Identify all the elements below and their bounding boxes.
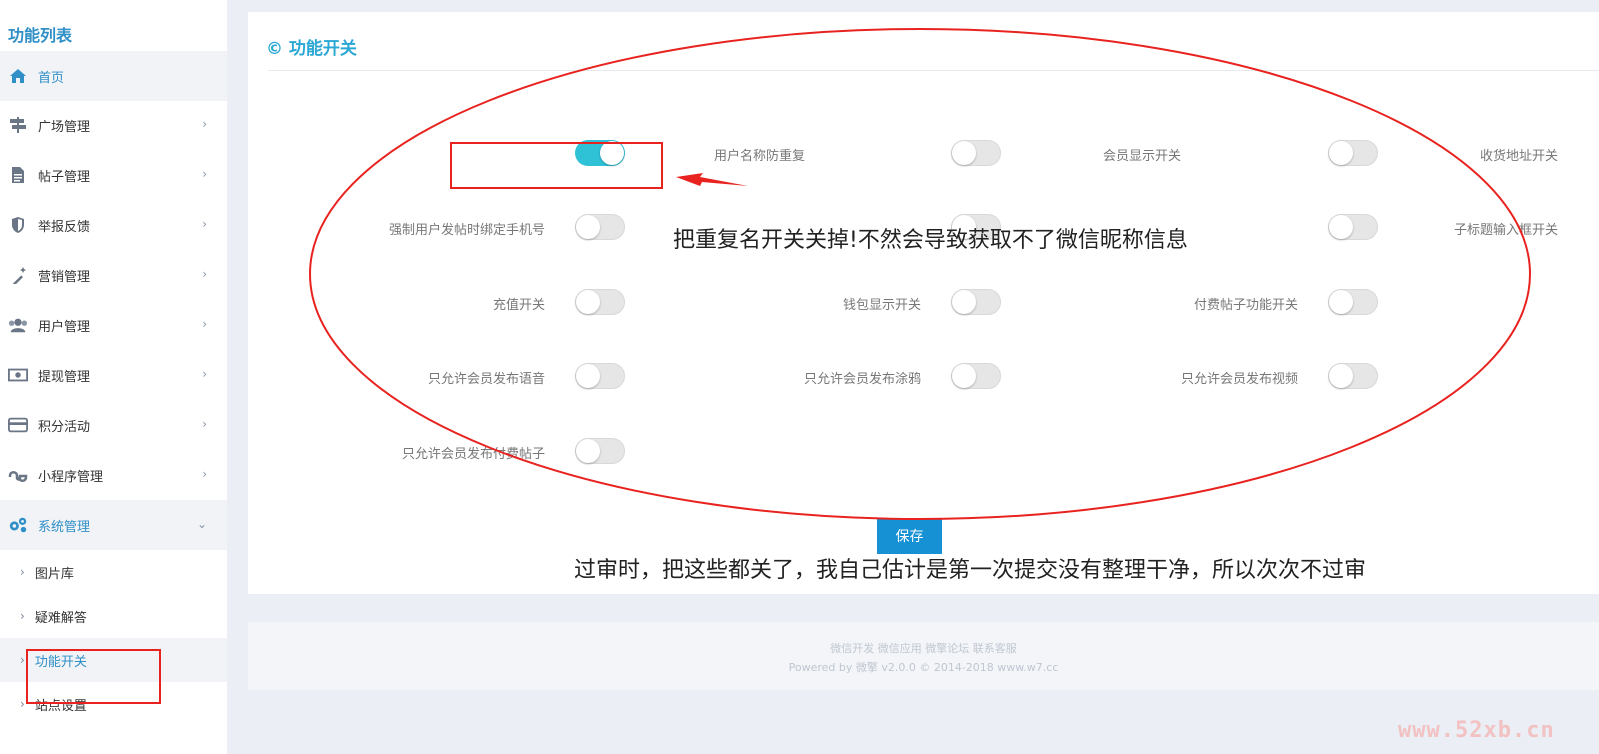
document-icon [8, 165, 28, 185]
home-icon [8, 66, 28, 86]
toggle-member-display[interactable] [951, 140, 1001, 166]
annotation-note-review: 过审时，把这些都关了，我自己估计是第一次提交没有整理干净，所以次次不过审 [574, 558, 1367, 583]
sidebar-title: 功能列表 [8, 26, 73, 45]
toggle-members-paid-post[interactable] [575, 438, 625, 464]
sidebar-item-label: 举报反馈 [38, 219, 91, 235]
toggle-knob [576, 364, 600, 388]
sidebar-subitem-gallery[interactable]: › 图片库 [0, 550, 227, 594]
money-icon [8, 365, 28, 385]
users-icon [8, 315, 28, 335]
switch-label: 只允许会员发布视频 [1180, 372, 1298, 387]
chevron-right-icon: › [202, 117, 207, 131]
toggle-knob [952, 290, 976, 314]
footer: 微信开发 微信应用 微擎论坛 联系客服 Powered by 微擎 v2.0.0… [248, 622, 1599, 690]
chevron-right-icon: › [20, 565, 25, 579]
chevron-right-icon: › [202, 417, 207, 431]
signpost-icon [8, 115, 28, 135]
chevron-right-icon: › [20, 653, 25, 667]
sidebar-item-label: 提现管理 [38, 369, 91, 385]
chevron-right-icon: › [20, 697, 25, 711]
chevron-right-icon: › [202, 317, 207, 331]
shield-icon [8, 215, 28, 235]
toggle-knob [952, 141, 976, 165]
sidebar-item-marketing[interactable]: 营销管理 › [0, 250, 227, 300]
footer-links[interactable]: 微信开发 微信应用 微擎论坛 联系客服 [248, 640, 1599, 656]
save-button[interactable]: 保存 [877, 518, 942, 554]
toggle-knob [576, 215, 600, 239]
chevron-right-icon: › [20, 609, 25, 623]
sidebar-item-label: 广场管理 [38, 119, 91, 135]
switch-label: 付费帖子功能开关 [1193, 298, 1298, 313]
magic-wand-icon [8, 265, 28, 285]
toggle-username-dedup[interactable] [575, 140, 625, 166]
chevron-right-icon: › [202, 167, 207, 181]
stumbleupon-icon [8, 465, 28, 485]
toggle-members-doodle[interactable] [951, 363, 1001, 389]
switch-label: 只允许会员发布语音 [427, 372, 545, 387]
toggle-knob [1329, 290, 1353, 314]
watermark: www.52xb.cn [1398, 718, 1555, 743]
sidebar-subitem-faq[interactable]: › 疑难解答 [0, 594, 227, 638]
sidebar-item-miniprogram[interactable]: 小程序管理 › [0, 450, 227, 500]
sidebar-item-label: 小程序管理 [38, 469, 104, 485]
credit-card-icon [8, 415, 28, 435]
chevron-down-icon: ⌄ [196, 517, 207, 531]
footer-copyright: Powered by 微擎 v2.0.0 © 2014-2018 www.w7.… [788, 661, 1059, 674]
sidebar-subitem-label: 功能开关 [34, 654, 87, 670]
sidebar-item-square[interactable]: 广场管理 › [0, 100, 227, 150]
sidebar-item-posts[interactable]: 帖子管理 › [0, 150, 227, 200]
toggle-knob [576, 439, 600, 463]
toggle-knob [952, 364, 976, 388]
toggle-wallet-display[interactable] [951, 289, 1001, 315]
toggle-paid-posts[interactable] [1328, 289, 1378, 315]
switch-label: 只允许会员发布付费帖子 [401, 447, 545, 462]
sidebar-subitem-site-settings[interactable]: › 站点设置 [0, 682, 227, 726]
sidebar-item-reports[interactable]: 举报反馈 › [0, 200, 227, 250]
toggle-knob [1329, 364, 1353, 388]
toggle-shipping-address[interactable] [1328, 140, 1378, 166]
toggle-knob [600, 141, 624, 165]
feature-switch-panel: © 功能开关 用户名称防重复 会员显示开关 收货地址开关 强制用户发帖时绑定手机… [248, 12, 1599, 594]
sidebar-subitem-feature-switches[interactable]: › 功能开关 [0, 638, 227, 682]
sidebar-item-label: 营销管理 [38, 269, 91, 285]
toggle-knob [1329, 141, 1353, 165]
chevron-right-icon: › [202, 367, 207, 381]
sidebar-item-points[interactable]: 积分活动 › [0, 400, 227, 450]
toggle-members-voice[interactable] [575, 363, 625, 389]
sidebar-subitem-label: 疑难解答 [34, 610, 87, 626]
sidebar-item-label: 首页 [38, 70, 65, 86]
switch-label: 强制用户发帖时绑定手机号 [388, 223, 545, 238]
sidebar-item-users[interactable]: 用户管理 › [0, 300, 227, 350]
sidebar-item-label: 用户管理 [38, 319, 91, 335]
toggle-knob [1329, 215, 1353, 239]
sidebar-item-system[interactable]: 系统管理 ⌄ [0, 500, 227, 550]
switch-label: 只允许会员发布涂鸦 [803, 372, 921, 387]
toggle-recharge[interactable] [575, 289, 625, 315]
sidebar-subitem-label: 站点设置 [34, 698, 87, 714]
toggle-knob [576, 290, 600, 314]
switch-label: 充值开关 [492, 298, 545, 313]
toggle-members-video[interactable] [1328, 363, 1378, 389]
divider [268, 70, 1599, 71]
toggle-subtitle-input[interactable] [1328, 214, 1378, 240]
toggle-bind-phone[interactable] [575, 214, 625, 240]
chevron-right-icon: › [202, 467, 207, 481]
panel-title: © 功能开关 [266, 39, 357, 59]
annotation-note-duplicate-name: 把重复名开关关掉!不然会导致获取不了微信昵称信息 [673, 228, 1188, 253]
gears-icon [8, 515, 28, 535]
sidebar-subitem-label: 图片库 [34, 566, 74, 582]
sidebar-item-label: 帖子管理 [38, 169, 91, 185]
sidebar: 功能列表 首页 广场管理 › 帖子管理 › 举报反馈 › 营销管理 › 用户管理… [0, 0, 227, 754]
sidebar-item-home[interactable]: 首页 [0, 51, 227, 101]
chevron-right-icon: › [202, 217, 207, 231]
sidebar-item-label: 系统管理 [38, 519, 91, 535]
chevron-right-icon: › [202, 267, 207, 281]
sidebar-item-label: 积分活动 [38, 419, 91, 435]
sidebar-item-withdrawal[interactable]: 提现管理 › [0, 350, 227, 400]
switch-label: 钱包显示开关 [842, 298, 921, 313]
